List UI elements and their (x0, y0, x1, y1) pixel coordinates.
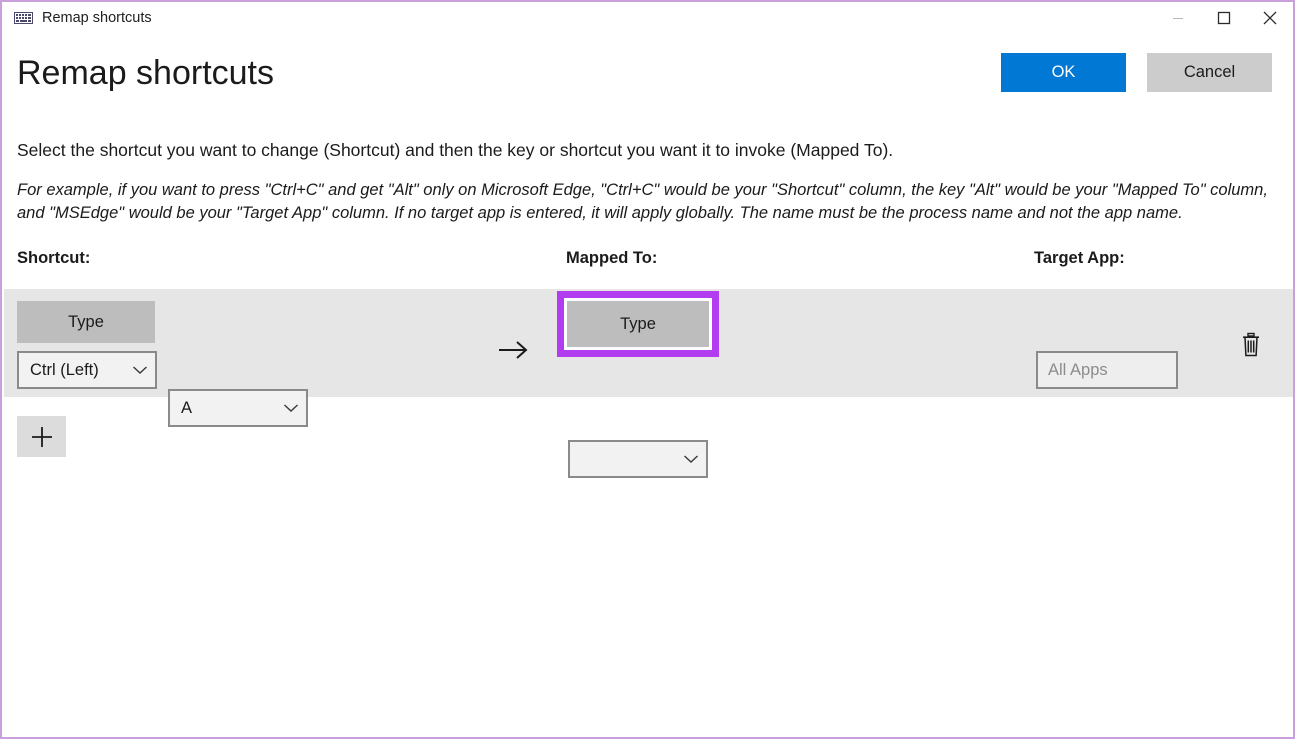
arrow-right-icon (497, 339, 531, 361)
maximize-icon (1217, 11, 1231, 25)
window-title: Remap shortcuts (42, 9, 152, 26)
trash-icon (1243, 332, 1259, 357)
dialog-actions: OK Cancel (1001, 53, 1272, 92)
title-bar: Remap shortcuts (2, 2, 1293, 34)
keyboard-icon (14, 12, 33, 24)
chevron-down-icon (276, 403, 306, 413)
shortcut-mapping-row: Type Ctrl (Left) A Type (4, 289, 1293, 478)
page-title: Remap shortcuts (17, 54, 274, 92)
minimize-button[interactable] (1155, 2, 1201, 34)
cancel-button[interactable]: Cancel (1147, 53, 1272, 92)
close-icon (1263, 11, 1277, 25)
ok-button[interactable]: OK (1001, 53, 1126, 92)
mapped-to-type-button[interactable]: Type (567, 301, 709, 347)
minimize-icon (1173, 18, 1183, 19)
shortcut-key2-value: A (181, 398, 193, 417)
delete-row-button[interactable] (1231, 325, 1271, 365)
instruction-text: Select the shortcut you want to change (… (17, 140, 894, 160)
column-header-mapped-to: Mapped To: (566, 249, 658, 267)
add-remap-button[interactable] (17, 416, 66, 457)
mapped-to-type-highlight: Type (557, 291, 719, 357)
remap-shortcuts-window: Remap shortcuts Remap shortcuts OK Cance… (0, 0, 1295, 739)
maximize-button[interactable] (1201, 2, 1247, 34)
column-header-shortcut: Shortcut: (17, 249, 91, 267)
shortcut-key2-dropdown[interactable]: A (168, 389, 308, 427)
plus-icon (31, 426, 52, 447)
column-header-target-app: Target App: (1034, 249, 1125, 267)
window-controls (1155, 2, 1293, 34)
example-text: For example, if you want to press "Ctrl+… (17, 181, 1268, 223)
mapped-to-key-dropdown[interactable] (568, 440, 708, 478)
close-button[interactable] (1247, 2, 1293, 34)
chevron-down-icon (676, 454, 706, 464)
shortcut-type-button[interactable]: Type (17, 301, 155, 343)
column-headers: Shortcut: Mapped To: Target App: (2, 249, 1293, 273)
chevron-down-icon (125, 365, 155, 375)
shortcut-key1-value: Ctrl (Left) (30, 360, 99, 379)
target-app-input[interactable] (1036, 351, 1178, 389)
title-bar-left: Remap shortcuts (2, 11, 1155, 26)
shortcut-key1-dropdown[interactable]: Ctrl (Left) (17, 351, 157, 389)
